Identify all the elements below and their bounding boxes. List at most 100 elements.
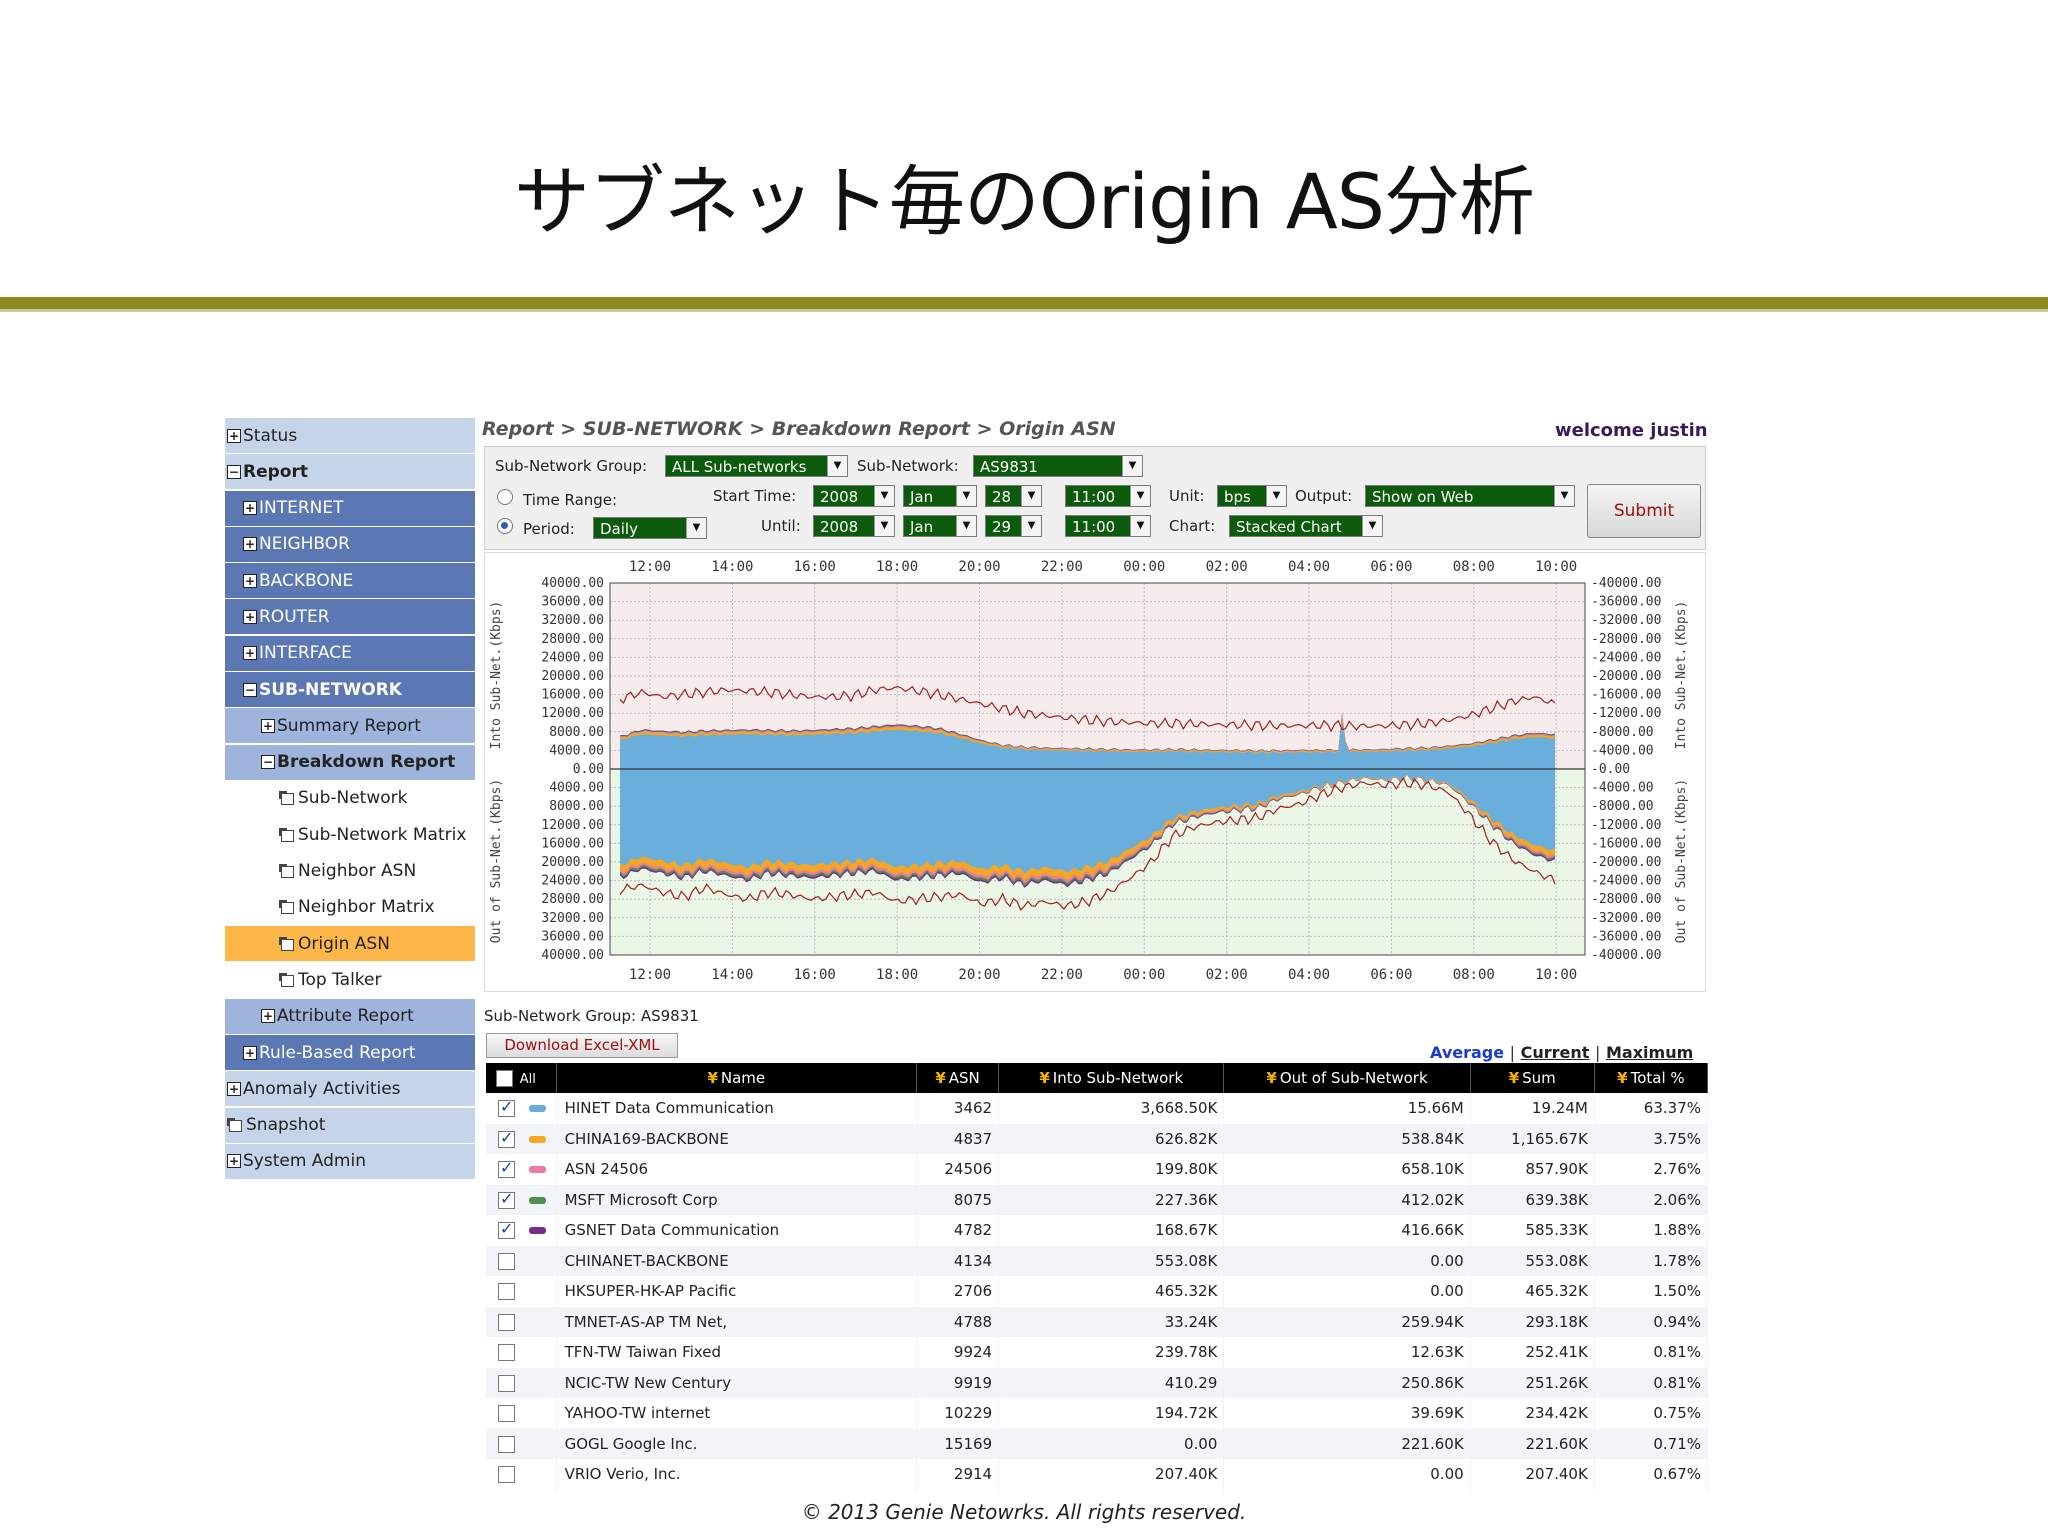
row-select-cell [486, 1215, 557, 1246]
view-maximum-link[interactable]: Maximum [1606, 1043, 1693, 1062]
submit-button[interactable]: Submit [1587, 484, 1701, 538]
sidebar-item-breakdown-report[interactable]: − Breakdown Report [225, 744, 475, 781]
sidebar-item-interface[interactable]: + INTERFACE [225, 635, 475, 672]
y-tick-label: 24000.00 [541, 650, 604, 665]
column-header-total[interactable]: ¥ Total % [1594, 1063, 1709, 1093]
row-checkbox[interactable] [498, 1219, 515, 1240]
sidebar-item-neighbor-matrix[interactable]: Neighbor Matrix [225, 889, 475, 926]
start-year-select[interactable]: 2008 ▼ [813, 485, 895, 507]
until-day-select[interactable]: 29 ▼ [985, 515, 1042, 537]
column-header-asn[interactable]: ¥ ASN [916, 1063, 1000, 1093]
time-range-radio[interactable] [497, 489, 513, 505]
unit-select[interactable]: bps ▼ [1217, 485, 1287, 507]
expand-icon: + [243, 501, 257, 516]
column-header-sum[interactable]: ¥ Sum [1470, 1063, 1595, 1093]
series-color-swatch [529, 1227, 546, 1235]
until-month-select[interactable]: Jan ▼ [903, 515, 977, 537]
sidebar-item-status[interactable]: + Status [225, 418, 475, 454]
y-tick-label: -40000.00 [1591, 576, 1661, 591]
sidebar-item-attribute-report[interactable]: + Attribute Report [225, 998, 475, 1035]
x-tick-label: 10:00 [1535, 559, 1577, 575]
row-checkbox[interactable] [498, 1252, 515, 1270]
sidebar-item-neighbor-asn[interactable]: Neighbor ASN [225, 853, 475, 890]
x-tick-label: 20:00 [958, 559, 1000, 575]
sidebar-item-summary-report[interactable]: + Summary Report [225, 708, 475, 745]
cell-total: 0.75% [1594, 1398, 1709, 1429]
until-year-select[interactable]: 2008 ▼ [813, 515, 895, 537]
period-radio[interactable] [497, 518, 513, 534]
download-excel-button[interactable]: Download Excel-XML [486, 1033, 678, 1058]
y-tick-label: -20000.00 [1591, 669, 1661, 684]
report-filter-panel: Sub-Network Group: ALL Sub-networks ▼ Sub… [484, 446, 1706, 550]
sidebar-item-origin-asn[interactable]: Origin ASN [225, 926, 475, 963]
sidebar-item-snapshot[interactable]: Snapshot [225, 1107, 475, 1144]
sidebar-item-label: Summary Report [277, 715, 421, 736]
row-checkbox[interactable] [498, 1128, 515, 1148]
column-header-out[interactable]: ¥ Out of Sub-Network [1223, 1063, 1471, 1093]
row-checkbox[interactable] [498, 1283, 515, 1301]
cell-into: 3,668.50K [998, 1093, 1225, 1124]
until-time-select[interactable]: 11:00 ▼ [1065, 515, 1151, 537]
column-header-name[interactable]: ¥ Name [556, 1063, 918, 1093]
cell-name: HKSUPER-HK-AP Pacific [556, 1276, 918, 1307]
row-checkbox[interactable] [498, 1374, 515, 1392]
row-checkbox[interactable] [498, 1405, 515, 1423]
sidebar-item-neighbor[interactable]: + NEIGHBOR [225, 526, 475, 563]
x-tick-label: 16:00 [794, 559, 836, 575]
report-icon [279, 900, 295, 915]
output-select[interactable]: Show on Web ▼ [1365, 485, 1575, 507]
cell-asn: 9919 [916, 1367, 1000, 1398]
row-checkbox[interactable] [498, 1435, 515, 1453]
start-day-select[interactable]: 28 ▼ [985, 485, 1042, 507]
sidebar-item-label: Breakdown Report [277, 752, 456, 773]
chart-type-select[interactable]: Stacked Chart ▼ [1229, 515, 1383, 537]
cell-asn: 8075 [916, 1184, 1000, 1215]
row-select-cell [486, 1306, 557, 1337]
expand-icon: + [227, 1081, 241, 1096]
sidebar-item-router[interactable]: + ROUTER [225, 599, 475, 636]
sidebar-item-label: Sub-Network Matrix [298, 824, 467, 845]
subnet-select[interactable]: AS9831 ▼ [973, 455, 1143, 477]
sort-icon: ¥ [1039, 1069, 1050, 1087]
period-select[interactable]: Daily ▼ [593, 517, 707, 539]
row-checkbox[interactable] [498, 1097, 515, 1118]
sidebar-item-label: Attribute Report [277, 1006, 414, 1027]
y-tick-label: 32000.00 [541, 613, 604, 628]
report-icon [279, 827, 295, 842]
sidebar-item-sub-network[interactable]: − SUB-NETWORK [225, 672, 475, 709]
y-tick-label: -32000.00 [1591, 911, 1661, 926]
column-header-into[interactable]: ¥ Into Sub-Network [998, 1063, 1225, 1093]
select-all-checkbox[interactable] [496, 1070, 513, 1087]
table-row: HKSUPER-HK-AP Pacific 2706 465.32K 0.00 465.… [486, 1276, 1709, 1307]
sidebar-item-anomaly-activities[interactable]: + Anomaly Activities [225, 1071, 475, 1108]
report-icon [279, 936, 295, 951]
sidebar-item-system-admin[interactable]: + System Admin [225, 1143, 475, 1180]
subnet-group-select[interactable]: ALL Sub-networks ▼ [665, 455, 848, 477]
view-average-link[interactable]: Average [1430, 1043, 1504, 1062]
sidebar-item-sub-network-matrix[interactable]: Sub-Network Matrix [225, 817, 475, 854]
row-checkbox[interactable] [498, 1189, 515, 1209]
sidebar-item-top-talker[interactable]: Top Talker [225, 962, 475, 999]
row-checkbox[interactable] [498, 1466, 515, 1484]
sidebar-item-label: Report [243, 461, 308, 482]
row-checkbox[interactable] [498, 1313, 515, 1331]
sidebar-item-rule-based-report[interactable]: + Rule-Based Report [225, 1035, 475, 1072]
sidebar-item-report[interactable]: − Report [225, 454, 475, 491]
table-row: NCIC-TW New Century 9919 410.29 250.86K 251.… [486, 1367, 1709, 1398]
row-checkbox[interactable] [498, 1158, 515, 1179]
row-select-cell [486, 1123, 557, 1154]
sidebar-item-sub-network[interactable]: Sub-Network [225, 780, 475, 817]
table-row: GOGL Google Inc. 15169 0.00 221.60K 221.60K 0… [486, 1428, 1709, 1459]
series-color-swatch [529, 1105, 546, 1113]
sidebar-item-backbone[interactable]: + BACKBONE [225, 563, 475, 600]
y-tick-label: 8000.00 [549, 725, 604, 740]
start-month-select[interactable]: Jan ▼ [903, 485, 977, 507]
row-checkbox[interactable] [498, 1344, 515, 1362]
column-header-all[interactable]: All [486, 1063, 557, 1093]
sidebar-item-internet[interactable]: + INTERNET [225, 490, 475, 527]
start-time-select[interactable]: 11:00 ▼ [1065, 485, 1151, 507]
expand-icon: + [261, 718, 275, 733]
y-tick-label: 32000.00 [541, 911, 604, 926]
cell-into: 33.24K [998, 1306, 1225, 1337]
view-current-link[interactable]: Current [1521, 1043, 1590, 1062]
